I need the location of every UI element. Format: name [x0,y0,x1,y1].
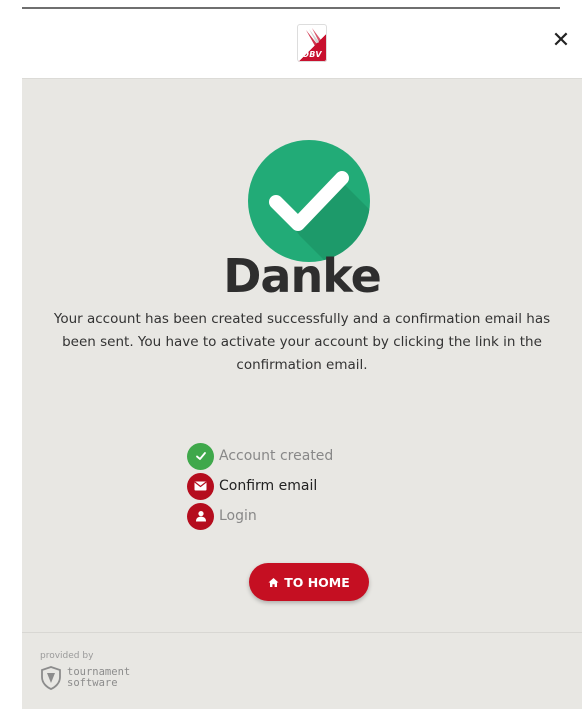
to-home-label: TO HOME [284,574,350,590]
checkmark-icon [269,171,370,262]
to-home-button[interactable]: TO HOME [249,563,369,601]
brand-line-2: software [67,677,118,689]
user-icon [187,502,214,530]
confirmation-message: Your account has been created successful… [53,311,551,373]
success-badge [248,140,370,262]
shield-icon [41,666,61,690]
step-account-created: Account created [187,441,447,471]
step-label: Confirm email [219,478,318,494]
page-title: Danke [223,249,382,303]
provided-by-label: provided by [40,651,94,661]
tournament-software-logo[interactable]: tournament software [40,666,130,690]
top-divider [22,7,560,9]
home-icon [268,577,279,587]
step-login: Login [187,501,447,531]
modal-body: Danke Your account has been created succ… [22,78,582,633]
check-icon [187,442,214,470]
modal-header: ÖBV ✕ [0,10,582,78]
step-confirm-email: Confirm email [187,471,447,501]
envelope-icon [187,472,214,500]
federation-logo: ÖBV [297,24,327,62]
step-label: Account created [219,448,334,464]
step-label: Login [219,508,257,524]
close-button[interactable]: ✕ [546,26,576,56]
footer: provided by tournament software [22,632,582,709]
registration-steps: Account created Confirm email Login [187,441,447,531]
logo-text: ÖBV [302,50,322,59]
